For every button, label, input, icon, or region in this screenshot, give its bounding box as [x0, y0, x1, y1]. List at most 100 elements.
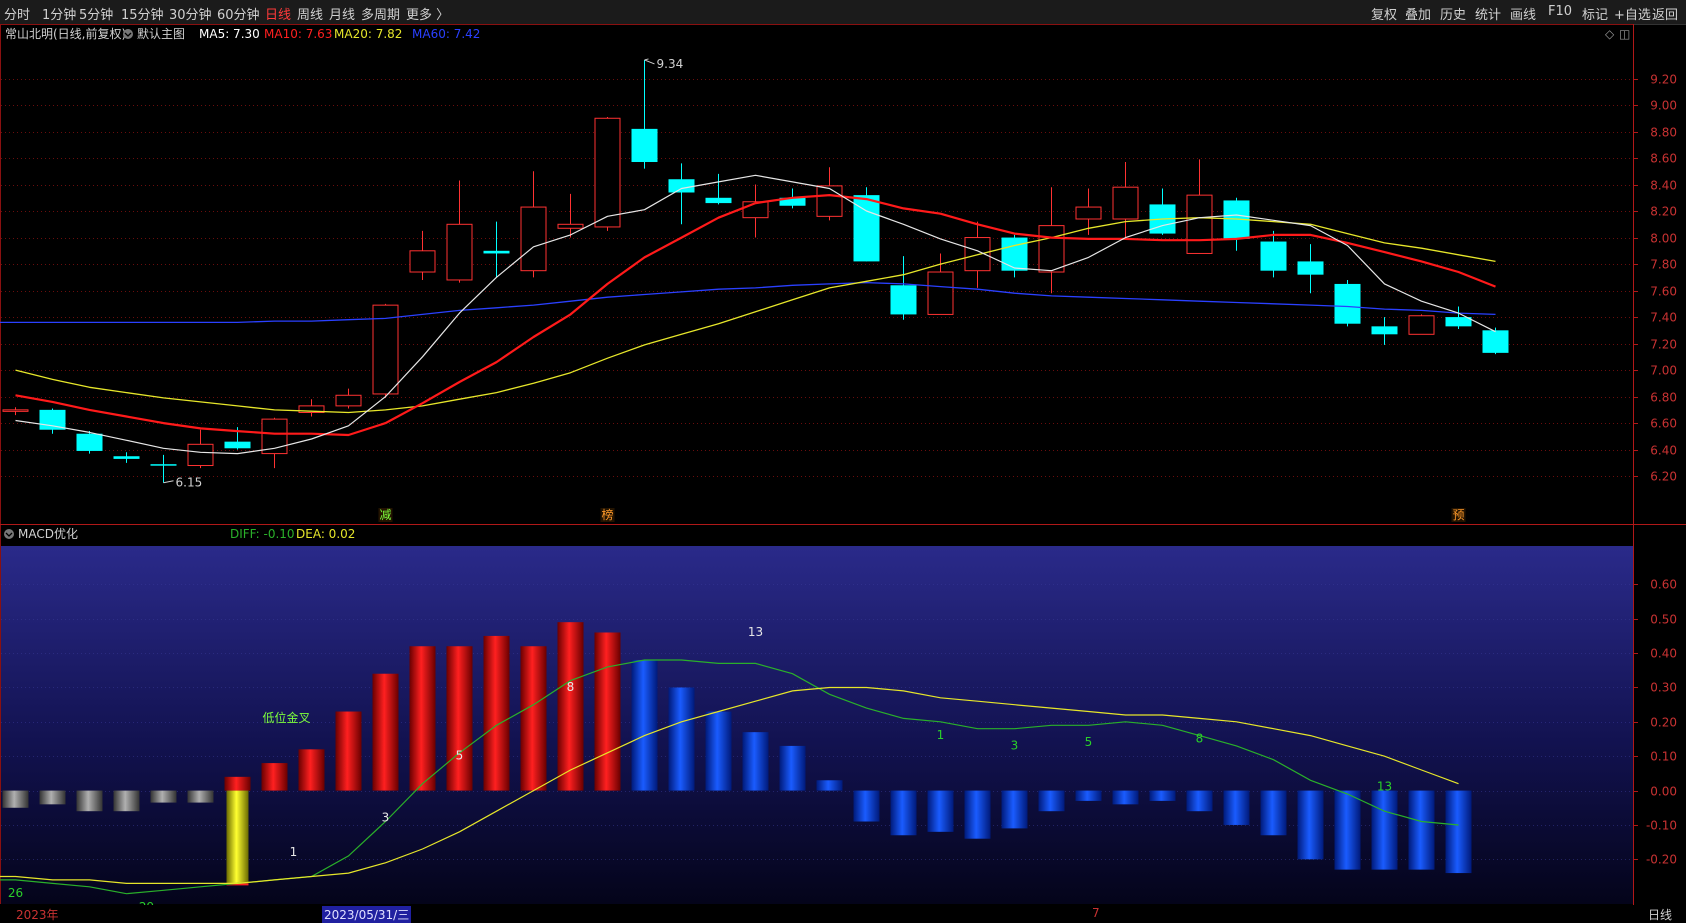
indicator-dropdown-icon[interactable] [123, 29, 133, 39]
period-tab[interactable]: 日线 [265, 4, 291, 23]
price-tick-label: 6.20 [1650, 470, 1677, 484]
candle-body-up [2, 409, 29, 412]
macd-tick-label: 0.30 [1650, 681, 1677, 695]
candle-body-down [1334, 283, 1361, 324]
period-tab[interactable]: 更多 〉 [406, 4, 449, 23]
candle-body-up [927, 271, 954, 315]
toolbar-button[interactable]: +自选 [1614, 4, 1651, 23]
candle-body-down [1482, 330, 1509, 353]
macd-histogram-bar [816, 780, 843, 791]
macd-histogram-bar [335, 711, 362, 791]
macd-dropdown-icon[interactable] [4, 529, 14, 539]
period-tab[interactable]: 多周期 [361, 4, 400, 23]
macd-histogram-bar [1297, 790, 1324, 860]
candle-body-down [890, 285, 917, 315]
white-count-label: 3 [382, 811, 390, 825]
macd-histogram-bar [964, 790, 991, 839]
candle-body-up [335, 394, 362, 407]
macd-histogram-bar [705, 711, 732, 791]
event-marker: 减 [379, 508, 391, 522]
diamond-icon[interactable]: ◇ [1605, 27, 1615, 41]
price-tick-label: 7.60 [1650, 285, 1677, 299]
low-price-label: 6.15 [176, 476, 203, 490]
high-pointer [644, 58, 655, 65]
candle-body-up [1112, 186, 1139, 220]
price-tick-label: 9.20 [1650, 73, 1677, 87]
high-price-label: 9.34 [657, 57, 684, 71]
ma-legend-item: MA20: 7.82 [334, 27, 402, 41]
macd-histogram-bar [298, 749, 325, 791]
event-marker: 预 [1452, 508, 1464, 522]
candle-body-down [150, 464, 177, 466]
candle-body-up [964, 237, 991, 272]
candle-body-down [483, 250, 510, 254]
macd-histogram-bar [1186, 790, 1213, 812]
period-tab[interactable]: 周线 [297, 4, 323, 23]
macd-histogram-bar [1445, 790, 1472, 874]
white-count-label: 1 [290, 845, 298, 859]
macd-tick-label: -0.20 [1646, 853, 1677, 867]
stock-title: 常山北明(日线,前复权) [5, 26, 126, 41]
low-pointer [163, 480, 174, 484]
toolbar-button[interactable]: 复权 [1371, 4, 1397, 23]
candle-body-up [520, 206, 547, 272]
period-tab[interactable]: 分时 [4, 4, 30, 23]
ma-legend-item: MA10: 7.63 [264, 27, 332, 41]
period-tab[interactable]: 月线 [329, 4, 355, 23]
period-tab[interactable]: 1分钟 [42, 4, 76, 23]
macd-histogram-bar [409, 646, 436, 791]
macd-histogram-bar [1371, 790, 1398, 870]
macd-histogram-bar [853, 790, 880, 822]
toolbar-button[interactable]: F10 [1548, 4, 1572, 19]
macd-histogram-bar [1408, 790, 1435, 870]
macd-tick-label: 0.00 [1650, 785, 1677, 799]
macd-histogram-bar [779, 745, 806, 791]
candle-body-down [668, 179, 695, 193]
macd-histogram-bar [668, 687, 695, 791]
candle-body-down [1445, 317, 1472, 327]
price-tick-label: 6.40 [1650, 444, 1677, 458]
macd-histogram-bar [483, 635, 510, 791]
dea-label: DEA: 0.02 [296, 527, 355, 541]
stock-chart: 9.20 9.00 8.80 8.60 8.40 8.20 8.00 7.80 7.60 7.40… [0, 24, 1686, 905]
macd-histogram-bar [1260, 790, 1287, 836]
price-tick-label: 7.40 [1650, 311, 1677, 325]
white-count-label: 8 [567, 680, 575, 694]
toolbar-button[interactable]: 标记 [1582, 4, 1608, 23]
candle-body-up [557, 223, 584, 229]
white-count-label: 13 [748, 625, 763, 639]
toolbar-button[interactable]: 返回 [1652, 4, 1678, 23]
period-tab[interactable]: 60分钟 [217, 4, 260, 23]
toolbar-button[interactable]: 画线 [1510, 4, 1536, 23]
event-marker: 榜 [601, 507, 613, 522]
macd-histogram-bar [742, 732, 769, 791]
period-tab[interactable]: 15分钟 [121, 4, 164, 23]
green-count-label: 5 [1085, 735, 1093, 749]
period-toolbar: 分时 1分钟 5分钟 15分钟 30分钟 60分钟 日线 周线 月线 多周期 更多 〉 复权 叠加 历史… [0, 0, 1686, 25]
candle-body-down [224, 441, 251, 449]
indicator-name[interactable]: 默认主图 [137, 26, 185, 41]
price-tick-label: 7.80 [1650, 258, 1677, 272]
macd-histogram-bar [520, 646, 547, 791]
macd-histogram-bar [1038, 790, 1065, 812]
price-tick-label: 8.60 [1650, 152, 1677, 166]
green-count-label: 1 [937, 728, 945, 742]
candle-body-up [1408, 315, 1435, 335]
candle-body-down [705, 197, 732, 204]
macd-histogram-bar [1001, 790, 1028, 829]
panel-toggle-icon[interactable]: ◫ [1619, 27, 1630, 41]
macd-histogram-bar [1223, 790, 1250, 825]
price-tick-label: 8.40 [1650, 179, 1677, 193]
macd-histogram-bar [224, 776, 251, 791]
price-axis: 9.20 9.00 8.80 8.60 8.40 8.20 8.00 7.80 7.60 7.40… [1633, 73, 1677, 484]
price-tick-label: 9.00 [1650, 99, 1677, 113]
toolbar-button[interactable]: 历史 [1440, 4, 1466, 23]
toolbar-button[interactable]: 统计 [1475, 4, 1501, 23]
macd-axis: 0.60 0.50 0.40 0.30 0.20 0.10 0.00 -0.10 -0.20 [1633, 578, 1677, 867]
period-tab[interactable]: 30分钟 [169, 4, 212, 23]
period-tab[interactable]: 5分钟 [79, 4, 113, 23]
toolbar-button[interactable]: 叠加 [1405, 4, 1431, 23]
macd-header: MACD优化 DIFF: -0.10 DEA: 0.02 [4, 527, 355, 541]
candle-body-up [1075, 206, 1102, 220]
macd-title[interactable]: MACD优化 [18, 527, 78, 541]
